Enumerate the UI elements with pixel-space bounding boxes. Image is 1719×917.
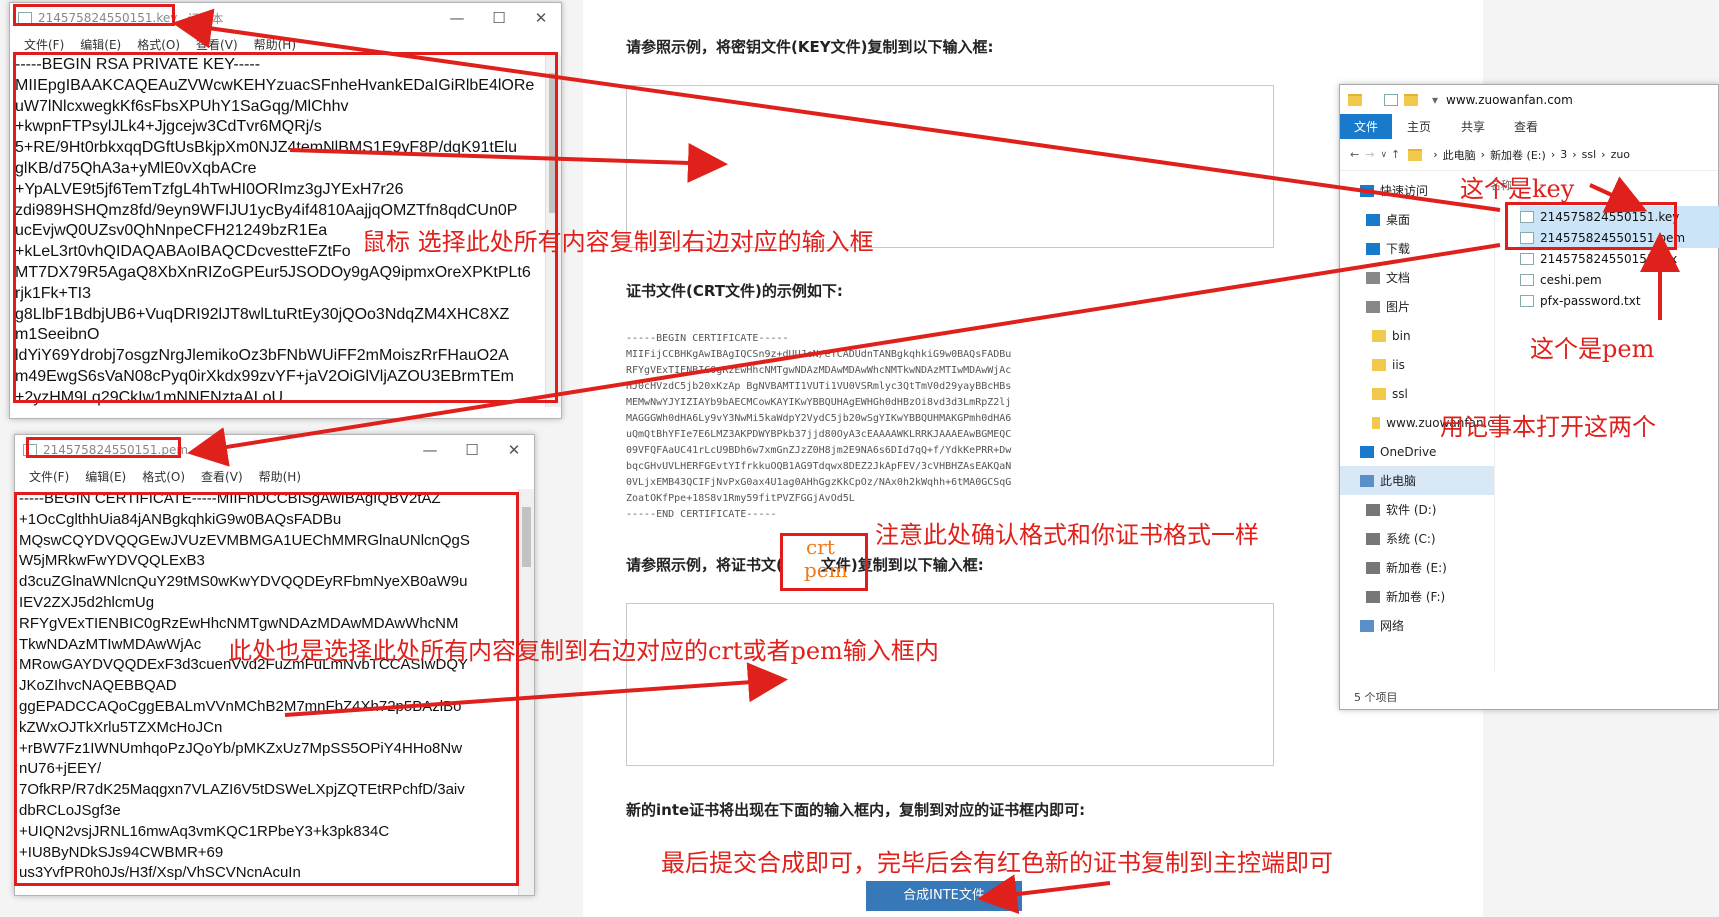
arrow-key-to-notepad <box>172 8 1501 212</box>
arrow-pem-to-notepad <box>187 243 1501 467</box>
arrow-key-to-input <box>289 142 728 183</box>
annotation-arrows <box>172 8 1680 915</box>
arrow-to-key-file <box>1589 176 1648 213</box>
arrow-pem-to-input <box>284 662 788 717</box>
arrow-to-submit <box>977 874 1111 915</box>
